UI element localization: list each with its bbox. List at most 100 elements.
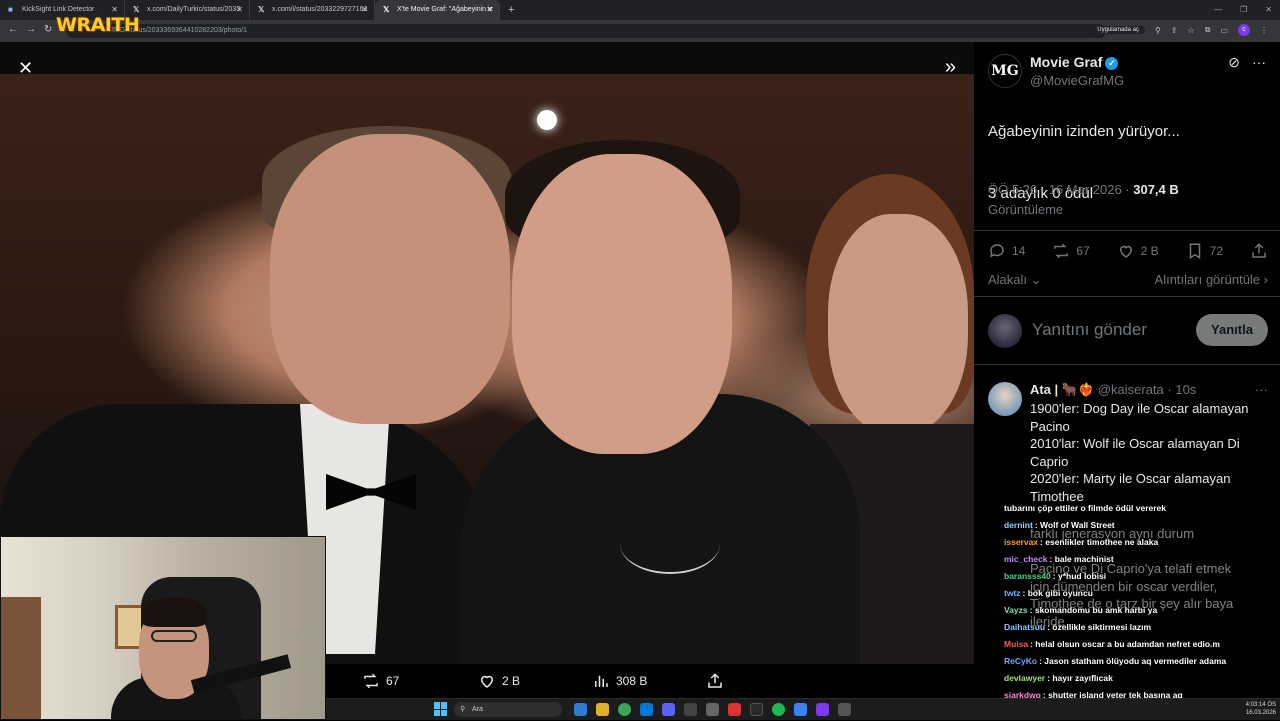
clock-time: 4:03:14 ÖS: [1245, 702, 1276, 708]
share-icon[interactable]: ⇪: [1171, 26, 1178, 35]
reply-submit-button[interactable]: Yanıtla: [1196, 314, 1268, 346]
address-bar[interactable]: fMG/status/2033369364410282203/photo/1: [66, 24, 1106, 38]
reply-input[interactable]: Yanıtını gönder: [1032, 320, 1147, 340]
app-icon[interactable]: [706, 703, 719, 716]
more-options-icon[interactable]: ···: [1255, 382, 1268, 397]
extensions-icon[interactable]: ⧉: [1205, 25, 1211, 35]
share-button[interactable]: [1250, 242, 1268, 260]
taskbar-search-label: Ara: [472, 706, 483, 713]
bookmark-star-icon[interactable]: ☆: [1188, 26, 1195, 35]
tweet-top-icons: ⊘ ···: [1228, 54, 1266, 71]
minimize-icon[interactable]: —: [1214, 0, 1222, 20]
stream-chat-overlay: tubarını çöp ettiler o filmde ödül verer…: [1004, 500, 1280, 720]
like-count: 2 B: [1140, 244, 1159, 258]
view-quotes-label: Alıntıları görüntüle: [1154, 272, 1261, 287]
tweet-meta: ÖÖ 5:26 · 16 Mar 2026 · 307,4 B Görüntül…: [988, 180, 1268, 220]
chat-username[interactable]: devlawyer: [1004, 673, 1045, 683]
close-viewer-icon[interactable]: ✕: [18, 58, 33, 79]
windows-taskbar: ⚲ Ara 4:03:14 ÖS 16.03.2026: [326, 698, 1280, 720]
chat-message: mic_check: bale machinist: [1004, 551, 1280, 568]
task-view-icon[interactable]: [574, 703, 587, 716]
chat-username[interactable]: twtz: [1004, 588, 1021, 598]
reply-author-emoji: 🐂❤️‍🔥: [1061, 382, 1095, 397]
viewer-view-count: 308 B: [616, 674, 648, 688]
woman-face: [828, 214, 968, 434]
chrome-icon[interactable]: [618, 703, 631, 716]
windows-start-icon[interactable]: [434, 702, 448, 716]
reply-composer: Yanıtını gönder Yanıtla: [988, 312, 1268, 348]
system-clock[interactable]: 4:03:14 ÖS 16.03.2026: [1246, 701, 1276, 717]
app-icon[interactable]: [794, 703, 807, 716]
viewer-share-button[interactable]: [706, 672, 724, 690]
new-tab-button[interactable]: +: [500, 0, 514, 20]
open-in-app-button[interactable]: Uygulamada aç: [1091, 26, 1145, 34]
discord-icon[interactable]: [662, 703, 675, 716]
back-icon[interactable]: ←: [8, 24, 18, 35]
app-icon[interactable]: [838, 703, 851, 716]
profile-avatar[interactable]: c: [1238, 24, 1250, 36]
repost-button[interactable]: 67: [1052, 242, 1090, 260]
like-button[interactable]: 2 B: [1117, 242, 1159, 260]
author-handle: @MovieGrafMG: [1030, 73, 1125, 88]
clock-date: 16.03.2026: [1245, 710, 1276, 716]
more-options-icon[interactable]: ···: [1252, 54, 1266, 71]
tweet-timestamp[interactable]: ÖÖ 5:26 · 16 Mar 2026 ·: [988, 182, 1133, 197]
tab-favicon-icon: ■: [8, 5, 13, 14]
tweet-author[interactable]: MG Movie Graf ✓ @MovieGrafMG: [988, 52, 1268, 92]
tab-close-icon[interactable]: ✕: [236, 0, 243, 20]
chat-username[interactable]: Vayzs: [1004, 605, 1028, 615]
app-icon[interactable]: [816, 703, 829, 716]
reply-count: 14: [1012, 244, 1026, 258]
taskbar-search[interactable]: ⚲ Ara: [454, 702, 562, 717]
author-avatar[interactable]: MG: [988, 54, 1022, 88]
app-icon[interactable]: [728, 703, 741, 716]
reply-text: 1900'ler: Dog Day ile Oscar alamayan Pac…: [1030, 401, 1249, 504]
chat-username[interactable]: isservax: [1004, 537, 1038, 547]
restore-icon[interactable]: ❐: [1240, 0, 1247, 20]
sidebar-icon[interactable]: ▭: [1220, 26, 1228, 35]
user-avatar[interactable]: [988, 314, 1022, 348]
viewer-like-button[interactable]: 2 B: [478, 672, 520, 690]
tab-strip: ■ KickSight Link Detector ✕ 𝕏 x.com/Dail…: [0, 0, 1280, 20]
tab-status[interactable]: 𝕏 x.com/i/status/2033229727163 ✕: [250, 0, 375, 20]
bookmark-button[interactable]: 72: [1186, 242, 1223, 260]
tab-moviegraf[interactable]: 𝕏 X'te Movie Graf: "Ağabeyinin iz ✕: [375, 0, 500, 20]
search-icon: ⚲: [460, 706, 466, 713]
chat-username[interactable]: dernint: [1004, 520, 1033, 530]
forward-icon[interactable]: →: [26, 24, 36, 35]
reply-button[interactable]: 14: [988, 242, 1025, 260]
chat-message: Vayzs: skomandomu bu amk harbi ya: [1004, 602, 1280, 619]
tab-close-icon[interactable]: ✕: [486, 0, 493, 20]
file-explorer-icon[interactable]: [596, 703, 609, 716]
chat-username[interactable]: ReCyKo: [1004, 656, 1037, 666]
chat-text: skomandomu bu amk harbi ya: [1034, 605, 1158, 615]
edge-icon[interactable]: [640, 703, 653, 716]
steam-icon[interactable]: [684, 703, 697, 716]
reply-author-name[interactable]: Ata |: [1030, 382, 1058, 397]
zoom-icon[interactable]: ⚲: [1155, 26, 1161, 35]
reply-author-handle: @kaiserata: [1097, 382, 1164, 397]
author-name-row[interactable]: Movie Graf ✓: [1030, 54, 1119, 70]
chat-username[interactable]: Daihatsuu: [1004, 622, 1045, 632]
reload-icon[interactable]: ↻: [44, 24, 52, 35]
view-quotes-link[interactable]: Alıntıları görüntüle ›: [1155, 272, 1268, 288]
chat-username[interactable]: mic_check: [1004, 554, 1047, 564]
viewer-repost-button[interactable]: 67: [362, 672, 399, 690]
tab-dailyturkic[interactable]: 𝕏 x.com/DailyTurkic/status/2033 ✕: [125, 0, 250, 20]
chat-text: tubarını çöp ettiler o filmde ödül verer…: [1004, 503, 1167, 513]
obs-icon[interactable]: [750, 703, 763, 716]
browser-chrome: ■ KickSight Link Detector ✕ 𝕏 x.com/Dail…: [0, 0, 1280, 42]
chat-username[interactable]: baransss40: [1004, 571, 1051, 581]
chat-username[interactable]: Muisa: [1004, 639, 1028, 649]
tab-label: x.com/i/status/2033229727163: [272, 6, 368, 13]
reply-author-avatar[interactable]: [988, 382, 1022, 416]
tab-close-icon[interactable]: ✕: [361, 0, 368, 20]
collapse-sidebar-icon[interactable]: »: [945, 56, 956, 79]
spotify-icon[interactable]: [772, 703, 785, 716]
menu-icon[interactable]: ⋮: [1260, 26, 1268, 35]
relevance-dropdown[interactable]: Alakalı ⌄: [988, 272, 1042, 288]
window-close-icon[interactable]: ✕: [1265, 0, 1272, 20]
viewer-views-button[interactable]: 308 B: [592, 672, 647, 690]
chat-text: Wolf of Wall Street: [1040, 520, 1115, 530]
grok-icon[interactable]: ⊘: [1228, 54, 1240, 71]
